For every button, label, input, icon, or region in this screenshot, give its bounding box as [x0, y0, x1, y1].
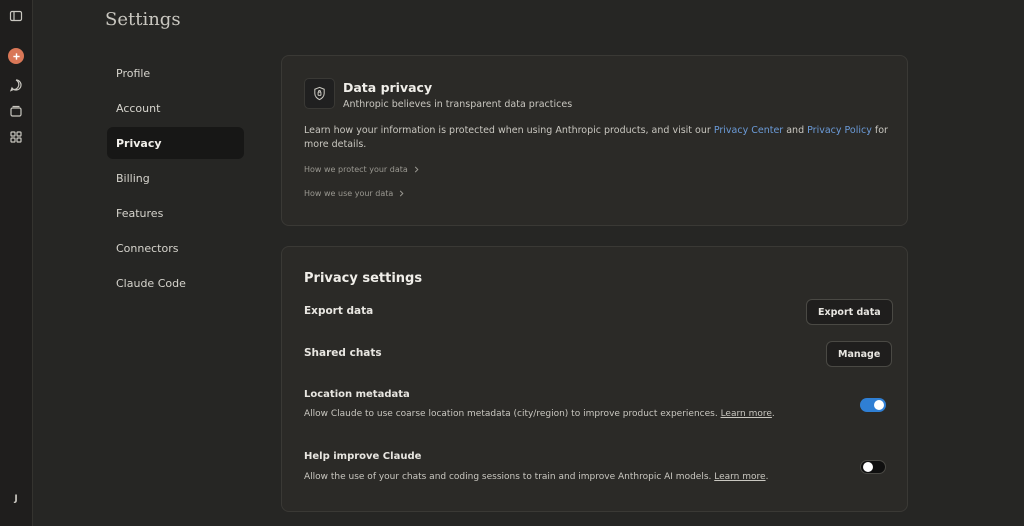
privacy-center-link[interactable]: Privacy Center	[714, 125, 783, 136]
help-improve-description: Allow the use of your chats and coding s…	[304, 472, 769, 482]
help-improve-label: Help improve Claude	[304, 451, 422, 462]
location-metadata-toggle[interactable]	[860, 398, 886, 412]
chevron-right-icon	[400, 190, 404, 197]
nav-item-privacy[interactable]: Privacy	[107, 127, 244, 159]
page-title: Settings	[105, 9, 181, 30]
toggle-knob	[863, 462, 873, 472]
nav-item-account[interactable]: Account	[107, 92, 244, 124]
privacy-policy-link[interactable]: Privacy Policy	[807, 125, 872, 136]
left-rail: J	[0, 0, 33, 526]
artifacts-icon[interactable]	[8, 129, 24, 145]
data-privacy-subtitle: Anthropic believes in transparent data p…	[343, 99, 573, 110]
nav-item-claude-code[interactable]: Claude Code	[107, 267, 244, 299]
privacy-settings-card: Privacy settings Export data Export data…	[281, 246, 908, 512]
help-improve-toggle[interactable]	[860, 460, 886, 474]
export-data-label: Export data	[304, 305, 374, 317]
shared-chats-label: Shared chats	[304, 347, 382, 359]
nav-item-connectors[interactable]: Connectors	[107, 232, 244, 264]
chevron-right-icon	[414, 166, 419, 173]
toggle-knob	[874, 400, 884, 410]
data-privacy-description: Learn how your information is protected …	[304, 125, 888, 150]
chats-icon[interactable]	[8, 77, 24, 93]
nav-item-profile[interactable]: Profile	[107, 57, 244, 89]
help-learn-more-link[interactable]: Learn more	[714, 472, 765, 482]
nav-item-billing[interactable]: Billing	[107, 162, 244, 194]
location-metadata-label: Location metadata	[304, 389, 410, 400]
how-we-protect-link[interactable]: How we protect your data	[304, 165, 420, 174]
user-avatar[interactable]: J	[10, 494, 22, 508]
location-metadata-description: Allow Claude to use coarse location meta…	[304, 409, 775, 419]
data-privacy-card: Data privacy Anthropic believes in trans…	[281, 55, 908, 226]
shield-icon	[304, 78, 335, 109]
new-chat-icon[interactable]	[8, 48, 24, 64]
location-learn-more-link[interactable]: Learn more	[721, 409, 772, 419]
manage-button[interactable]: Manage	[826, 341, 893, 367]
privacy-settings-title: Privacy settings	[304, 271, 423, 286]
how-we-use-link[interactable]: How we use your data	[304, 189, 405, 198]
nav-item-features[interactable]: Features	[107, 197, 244, 229]
sidebar-toggle-icon[interactable]	[8, 8, 24, 24]
settings-nav: Profile Account Privacy Billing Features…	[107, 57, 244, 302]
projects-icon[interactable]	[8, 103, 24, 119]
export-data-button[interactable]: Export data	[806, 299, 893, 325]
data-privacy-title: Data privacy	[343, 80, 433, 95]
